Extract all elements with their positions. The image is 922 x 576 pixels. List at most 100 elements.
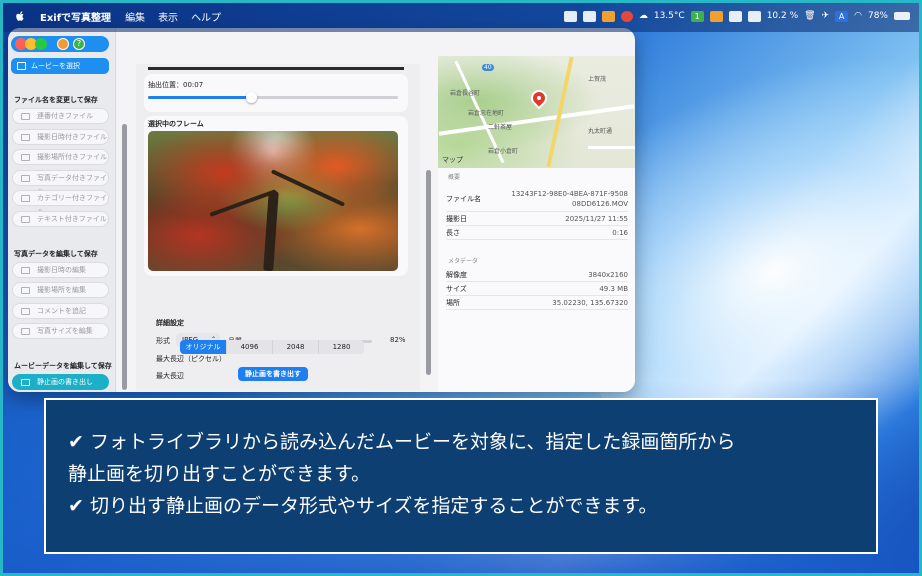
summary-heading: 概要 bbox=[448, 174, 461, 181]
trash-icon[interactable]: 🗑 bbox=[804, 11, 815, 21]
sidebar-item-sequence[interactable]: 連番付きファイル bbox=[12, 108, 109, 124]
sidebar-item-label: 撮影場所付きファイル bbox=[37, 153, 107, 161]
export-still-button[interactable]: 静止画を書き出す bbox=[238, 367, 308, 381]
sidebar-item-location[interactable]: 撮影場所付きファイル bbox=[12, 149, 109, 165]
sidebar-item-category[interactable]: カテゴリー付きファイル bbox=[12, 190, 109, 216]
map-label-top2: 上賀茂 bbox=[588, 76, 607, 83]
disk-icon[interactable] bbox=[728, 10, 742, 22]
photo-icon bbox=[21, 175, 30, 182]
maxedge-option-original[interactable]: オリジナル bbox=[180, 340, 226, 354]
summary-key: ファイル名 bbox=[446, 194, 481, 203]
sidebar-item-label: 写真サイズを編集 bbox=[37, 327, 93, 335]
grid-icon[interactable] bbox=[747, 10, 761, 22]
sidebar-item-label: 連番付きファイル bbox=[37, 112, 93, 120]
sidebar-item-edit-location[interactable]: 撮影場所を編集 bbox=[12, 282, 109, 298]
menu-bar: Exifで写真整理 編集 表示 ヘルプ ☁ 13.5°C 1 10.2 % 🗑 … bbox=[0, 0, 922, 32]
position-slider-knob[interactable] bbox=[245, 92, 257, 103]
airplane-icon[interactable]: ✈ bbox=[822, 11, 830, 21]
app-name-menu[interactable]: Exifで写真整理 bbox=[40, 9, 111, 24]
wifi-icon[interactable]: ◠ bbox=[854, 11, 862, 21]
sidebar-item-text[interactable]: テキスト付きファイル bbox=[12, 211, 109, 227]
metadata-value: 3840x2160 bbox=[588, 270, 628, 279]
selected-frame-image bbox=[148, 131, 398, 271]
select-movie-label: ムービーを選択 bbox=[31, 62, 80, 70]
summary-row: ファイル名 13243F12-98E0-4BEA-871F-950808DD61… bbox=[446, 186, 628, 212]
apple-menu-icon[interactable] bbox=[14, 10, 26, 22]
maxedge-label: 最大長辺 bbox=[156, 372, 184, 380]
calendar-icon bbox=[21, 134, 30, 141]
sidebar-item-label: テキスト付きファイル bbox=[37, 215, 107, 223]
metadata-value: 35.02230, 135.67320 bbox=[552, 298, 628, 307]
center-scrollbar[interactable] bbox=[426, 170, 431, 375]
sidebar-item-datetime[interactable]: 撮影日時付きファイル bbox=[12, 129, 109, 145]
sidebar-item-label: 撮影場所を編集 bbox=[37, 286, 86, 294]
map-route-badge: 40 bbox=[482, 64, 494, 71]
position-card: 抽出位置：00:07 bbox=[144, 74, 408, 112]
settings-gear-icon[interactable] bbox=[57, 38, 69, 50]
temperature-text: 13.5°C bbox=[653, 11, 685, 21]
caption-line-1: ✔ フォトライブラリから読み込んだムービーを対象に、指定した録画箇所から bbox=[68, 431, 736, 453]
zoom-dot-icon[interactable] bbox=[35, 38, 47, 50]
help-icon[interactable]: ? bbox=[73, 38, 85, 50]
notes-icon[interactable] bbox=[709, 10, 723, 22]
maxedge-option-4096[interactable]: 4096 bbox=[226, 340, 272, 354]
menu-help[interactable]: ヘルプ bbox=[191, 9, 221, 24]
summary-row: 長さ 0:16 bbox=[446, 226, 628, 240]
comment-icon bbox=[21, 308, 30, 315]
tag-icon bbox=[21, 195, 30, 202]
badge-one-icon[interactable]: 1 bbox=[690, 10, 704, 22]
maxedge-option-2048[interactable]: 2048 bbox=[272, 340, 318, 354]
sidebar-item-add-comment[interactable]: コメントを追記 bbox=[12, 303, 109, 319]
cloud-icon[interactable]: ☁ bbox=[639, 11, 648, 21]
location-map[interactable]: 40 岩倉長谷町 上賀茂 岩倉忠在地町 二軒茶屋 岩倉小倉町 丸太町通 マップ bbox=[438, 56, 635, 168]
maxedge-option-1280[interactable]: 1280 bbox=[318, 340, 364, 354]
sidebar-item-label: 撮影日時の編集 bbox=[37, 266, 86, 274]
section-edit-photo: 写真データを編集して保存 bbox=[14, 250, 98, 258]
map-road bbox=[588, 146, 635, 149]
keyboard-icon[interactable] bbox=[582, 10, 596, 22]
sidebar-item-label: 静止画の書き出し bbox=[37, 378, 93, 386]
sidebar-item-edit-size[interactable]: 写真サイズを編集 bbox=[12, 323, 109, 339]
sidebar-item-photodata[interactable]: 写真データ付きファイル bbox=[12, 170, 109, 196]
position-label: 抽出位置：00:07 bbox=[148, 81, 204, 89]
map-icon bbox=[21, 287, 30, 294]
summary-value: 0:16 bbox=[612, 228, 628, 237]
metadata-list: 解像度 3840x2160 サイズ 49.3 MB 場所 35.02230, 1… bbox=[446, 268, 628, 310]
calendar-icon bbox=[21, 267, 30, 274]
summary-value: 13243F12-98E0-4BEA-871F-950808DD6126.MOV bbox=[511, 189, 628, 208]
status-area: ☁ 13.5°C 1 10.2 % 🗑 ✈ A ◠ 78% bbox=[563, 0, 910, 32]
menu-edit[interactable]: 編集 bbox=[125, 9, 145, 24]
record-icon[interactable] bbox=[620, 10, 633, 22]
percent-text: 10.2 % bbox=[766, 11, 799, 21]
details-heading: 詳細設定 bbox=[156, 319, 184, 327]
sidebar-item-export-still[interactable]: 静止画の書き出し bbox=[12, 374, 109, 390]
section-rename: ファイル名を変更して保存 bbox=[14, 96, 98, 104]
metadata-key: 解像度 bbox=[446, 270, 467, 279]
map-label-bottom: 岩倉小倉町 bbox=[488, 148, 519, 155]
info-panel: 40 岩倉長谷町 上賀茂 岩倉忠在地町 二軒茶屋 岩倉小倉町 丸太町通 マップ … bbox=[438, 56, 635, 392]
text-icon bbox=[21, 216, 30, 223]
display-icon[interactable] bbox=[563, 10, 577, 22]
caption-line-3: ✔ 切り出す静止画のデータ形式やサイズを指定することができます。 bbox=[68, 495, 658, 517]
maxedge-segmented-control: オリジナル 4096 2048 1280 bbox=[180, 340, 364, 354]
metadata-heading: メタデータ bbox=[448, 258, 479, 265]
sidebar-item-label: 撮影日時付きファイル bbox=[37, 133, 107, 141]
metadata-key: サイズ bbox=[446, 284, 467, 293]
app-window: ? ムービーを選択 ファイル名を変更して保存 連番付きファイル 撮影日時付きファ… bbox=[8, 28, 635, 392]
maxedge-heading: 最大長辺（ピクセル） bbox=[156, 355, 226, 363]
metadata-row: サイズ 49.3 MB bbox=[446, 282, 628, 296]
tree-trunk bbox=[263, 190, 279, 271]
summary-key: 撮影日 bbox=[446, 214, 467, 223]
sidebar-item-edit-datetime[interactable]: 撮影日時の編集 bbox=[12, 262, 109, 278]
battery-text: 78% bbox=[867, 11, 888, 21]
battery-icon[interactable] bbox=[894, 12, 910, 20]
list-icon bbox=[21, 113, 30, 120]
summary-list: ファイル名 13243F12-98E0-4BEA-871F-950808DD61… bbox=[446, 186, 628, 240]
menu-view[interactable]: 表示 bbox=[158, 9, 178, 24]
sidebar-scrollbar[interactable] bbox=[122, 124, 127, 390]
input-source-icon[interactable]: A bbox=[835, 10, 849, 22]
select-movie-button[interactable]: ムービーを選択 bbox=[11, 58, 109, 74]
rocket-icon[interactable] bbox=[601, 10, 615, 22]
maps-logo: マップ bbox=[442, 155, 463, 165]
pin-dot bbox=[537, 96, 541, 100]
